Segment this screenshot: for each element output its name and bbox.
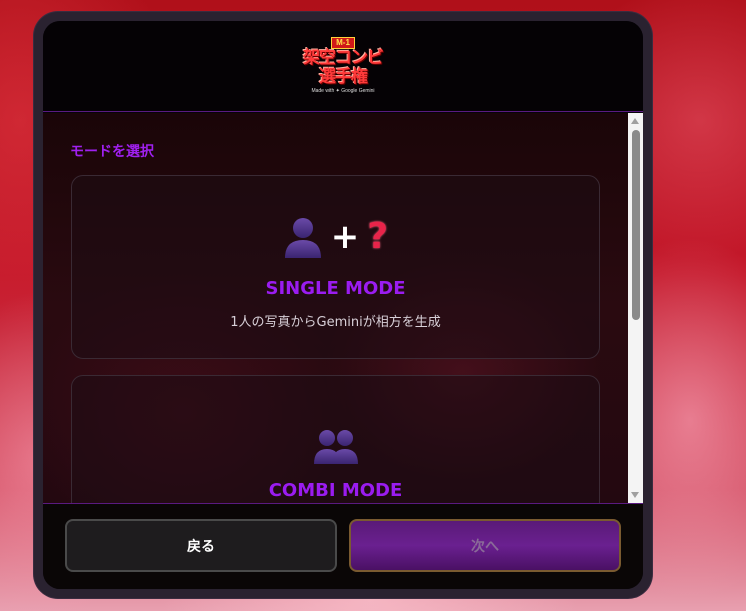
next-button[interactable]: 次へ — [349, 519, 621, 572]
plus-icon: + — [330, 217, 360, 257]
single-mode-icons: + ? — [283, 212, 388, 262]
mode-select-modal: M-1 架空コンビ 選手権 Made with ✦ Google Gemini … — [34, 12, 652, 598]
scroll-down-arrow-icon[interactable] — [631, 492, 639, 498]
combi-mode-title: COMBI MODE — [268, 480, 403, 501]
single-mode-description: 1人の写真からGeminiが相方を生成 — [230, 315, 441, 330]
single-mode-card[interactable]: + ? SINGLE MODE 1人の写真からGeminiが相方を生成 — [71, 175, 600, 359]
logo-title-line1: 架空コンビ — [303, 48, 384, 68]
single-mode-title: SINGLE MODE — [265, 278, 406, 299]
person-icon — [284, 218, 321, 258]
content-scrollbar[interactable] — [628, 113, 643, 503]
two-persons-icon — [313, 430, 358, 464]
logo-subtitle: Made with ✦ Google Gemini — [311, 88, 375, 94]
scroll-up-arrow-icon[interactable] — [631, 118, 639, 124]
question-mark-icon: ? — [367, 216, 389, 257]
logo-title-line2: 選手権 — [319, 67, 368, 87]
combi-mode-icons — [313, 420, 359, 470]
back-button[interactable]: 戻る — [65, 519, 337, 572]
app-logo: M-1 架空コンビ 選手権 Made with ✦ Google Gemini — [295, 30, 391, 102]
combi-mode-card[interactable]: COMBI MODE — [71, 375, 600, 503]
modal-header: M-1 架空コンビ 選手権 Made with ✦ Google Gemini — [43, 21, 643, 112]
section-title: モードを選択 — [70, 144, 154, 160]
modal-body: M-1 架空コンビ 選手権 Made with ✦ Google Gemini … — [43, 21, 643, 589]
mode-list: モードを選択 + ? SINGLE MODE 1人の写真からGeminiが相方を… — [43, 113, 628, 503]
modal-footer: 戻る 次へ — [43, 503, 643, 589]
scroll-thumb[interactable] — [632, 130, 640, 320]
